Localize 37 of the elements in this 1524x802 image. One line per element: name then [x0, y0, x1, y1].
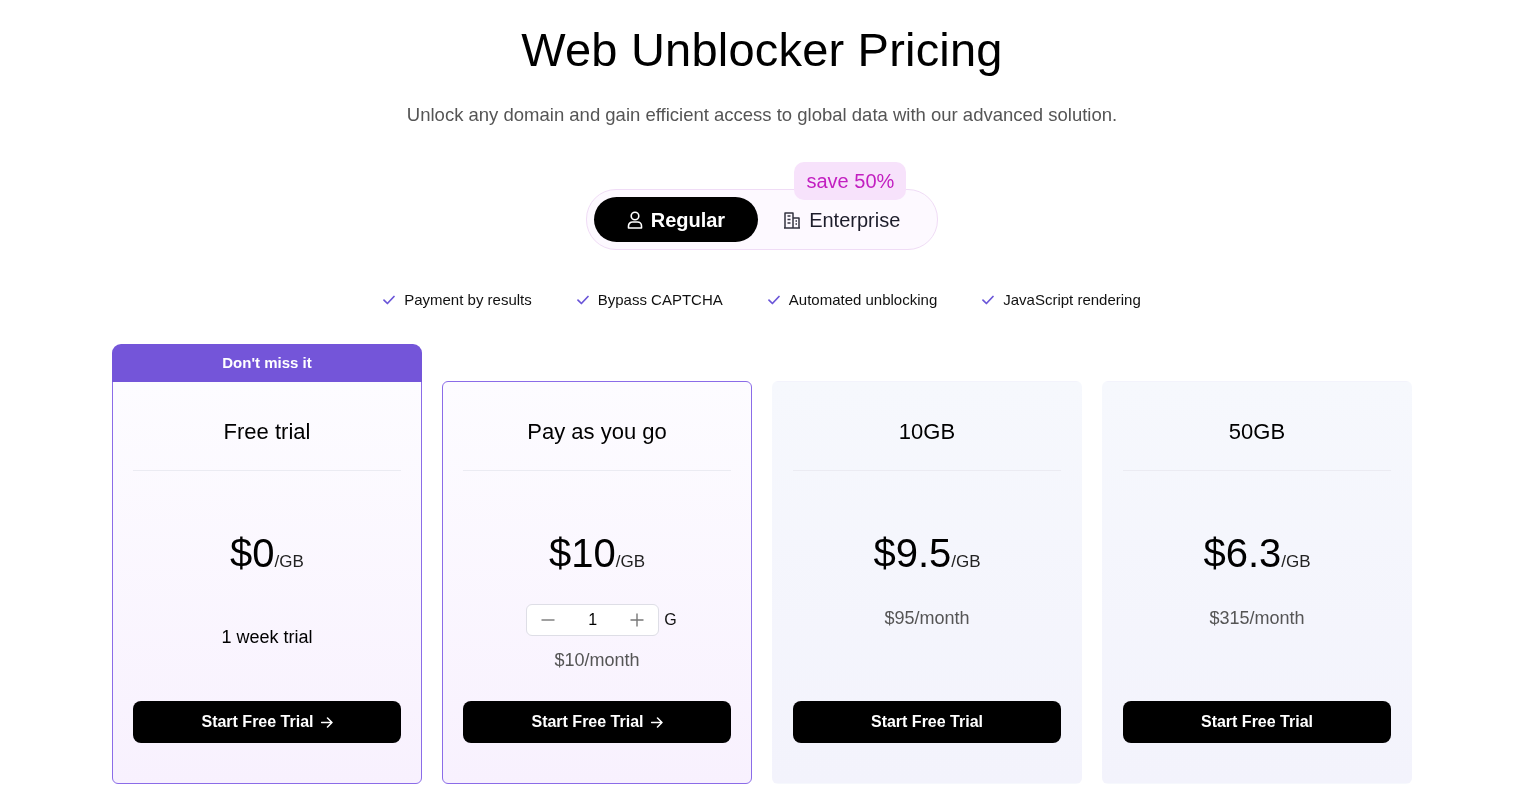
page-title: Web Unblocker Pricing [520, 22, 1004, 78]
start-trial-button[interactable]: Start Free Trial [793, 701, 1061, 743]
start-trial-button[interactable]: Start Free Trial [463, 701, 731, 743]
price-text: $10/GB [548, 530, 645, 577]
check-icon [767, 295, 780, 305]
plan-tab[interactable]: Enterprise [758, 197, 931, 242]
building-icon [783, 210, 802, 229]
unit-label: G [664, 610, 677, 630]
plan-name: 10GB [898, 418, 956, 446]
arrow-right-icon [650, 716, 663, 728]
plan-name: Free trial [223, 418, 311, 446]
arrow-right-icon [320, 716, 333, 728]
page-subtitle: Unlock any domain and gain efficient access to global data with our advanced solution. [405, 103, 1119, 127]
check-icon [383, 295, 396, 305]
plus-icon[interactable] [630, 613, 645, 627]
feature-label: Automated unblocking [788, 290, 938, 310]
person-icon [626, 210, 643, 229]
monthly-price: $95/month [884, 607, 970, 630]
plan-name: Pay as you go [527, 418, 667, 446]
monthly-price: $315/month [1209, 607, 1305, 630]
check-icon [576, 295, 589, 305]
trial-note: 1 week trial [221, 626, 313, 649]
feature-label: Bypass CAPTCHA [597, 290, 723, 310]
quantity-stepper[interactable]: 1 [526, 604, 660, 636]
check-icon [982, 295, 995, 305]
start-trial-button[interactable]: Start Free Trial [133, 701, 401, 743]
promo-ribbon: Don't miss it [112, 344, 422, 382]
plan-name: 50GB [1228, 418, 1286, 446]
price-text: $9.5/GB [873, 530, 981, 577]
feature-label: Payment by results [404, 290, 532, 310]
discount-badge: save 50% [794, 162, 907, 200]
feature-label: JavaScript rendering [1003, 290, 1141, 310]
price-text: $6.3/GB [1203, 530, 1311, 577]
start-trial-button[interactable]: Start Free Trial [1123, 701, 1391, 743]
price-text: $0/GB [230, 530, 304, 577]
plan-tab[interactable]: Regular [593, 197, 759, 242]
monthly-price: $10/month [554, 649, 640, 672]
